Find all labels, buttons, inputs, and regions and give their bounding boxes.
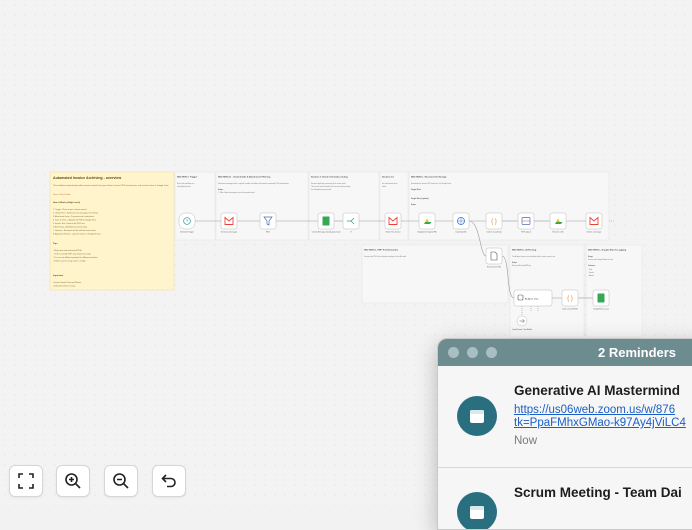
section-line: Retrieves messages from a specific sende… — [218, 182, 290, 185]
overview-sticky-note[interactable]: Automated Invoice Archiving - overview T… — [49, 171, 175, 291]
note-important-line: credentials before running. — [53, 285, 76, 288]
node-label: Code in JavaScript — [486, 231, 502, 234]
reminders-window[interactable]: 2 Reminders Generative AI Mastermind htt… — [437, 338, 692, 530]
section-title: SECTION 1: Trigger — [177, 177, 197, 179]
node-label: PDF upload — [521, 232, 531, 234]
note-tip: - OCR / scanned PDFs may need extra step… — [53, 253, 91, 256]
reminder-meeting-link-cont[interactable]: tk=PpaFMhxGMao-k97Ay4jViLC4 — [514, 417, 686, 430]
ai-agent-node[interactable]: AI Agent Data — [513, 289, 553, 307]
section-line: Gmail — [382, 186, 387, 188]
note-important-heading: Important — [53, 274, 63, 277]
calendar-icon — [457, 396, 497, 436]
reminders-titlebar[interactable]: 2 Reminders — [438, 339, 692, 366]
note-tip: - Folders can be set by client or vendor — [53, 260, 86, 263]
note-tip: - You can use different prompts for diff… — [53, 256, 98, 259]
section-note-storage[interactable]: SECTION 5 - Structured & Storage Downloa… — [408, 171, 610, 241]
note-step: 5. Extract Text - Extracts the PDF text — [53, 222, 85, 225]
section-line: 1. Filter Gmail messages, enter the send… — [218, 191, 255, 194]
zoom-in-icon — [65, 473, 81, 489]
section-title: SECTION 2.1 - Gmail Intake & Attachment … — [218, 176, 271, 179]
node-label: Download file — [456, 232, 467, 234]
section-line: Setup: — [218, 188, 224, 191]
zoom-out-button[interactable] — [104, 465, 138, 497]
note-important-line: Connect Gmail, Drive and Sheets — [53, 281, 81, 284]
node-label: Extract From File — [487, 266, 501, 269]
close-window-button[interactable] — [448, 347, 459, 358]
node-label: AI Agent Data — [525, 297, 539, 300]
minimize-window-button[interactable] — [467, 347, 478, 358]
section-line: Columns: — [588, 265, 596, 267]
section-title: SECTION 4 - PDF Text Extraction — [364, 249, 399, 252]
reminders-title: 2 Reminders — [598, 345, 677, 360]
zoom-window-button[interactable] — [486, 347, 497, 358]
note-tip: - Works best with text-based PDFs — [53, 249, 82, 252]
section-note-check[interactable]: Section 3: Check if already existing Pre… — [308, 171, 380, 241]
node-label: Check: Message already processed — [312, 232, 341, 234]
node-label: Schedule Trigger — [180, 232, 194, 234]
zoom-in-button[interactable] — [56, 465, 90, 497]
note-step: 4. Save to Drive - Uploads the PDF to Go… — [53, 219, 96, 222]
reminder-item[interactable]: Generative AI Mastermind https://us06web… — [438, 366, 692, 466]
section-note-trigger[interactable]: SECTION 1: Trigger Runs this workflow at… — [174, 171, 216, 241]
section-line: has already been processed. — [311, 189, 332, 191]
node-label: Delete a message — [587, 231, 601, 234]
reminder-meeting-link[interactable]: https://us06web.zoom.us/w/876 — [514, 404, 675, 417]
node-label: OpenRouter Chat Model — [512, 328, 532, 331]
note-title: Automated Invoice Archiving - overview — [53, 176, 121, 180]
node-label: Get many messages — [221, 231, 238, 234]
sheets-icon — [597, 293, 605, 303]
zoom-out-icon — [113, 473, 129, 489]
reminder-time: Now — [514, 435, 538, 447]
note-how-heading: How it Works (High Level) — [53, 201, 80, 204]
note-demo-link[interactable]: Demo: Watch Video — [53, 193, 72, 196]
reminder-item[interactable]: Scrum Meeting - Team Dai — [438, 468, 692, 529]
code-braces-icon: { } — [491, 219, 497, 225]
section-title: SECTION 5 - Structured & Storage — [411, 176, 447, 179]
reminder-title: Generative AI Mastermind — [514, 383, 681, 398]
calendar-icon — [457, 492, 497, 529]
section-title: Section 2.2 — [382, 176, 394, 179]
node-label: GoogleDrive Upload File — [417, 232, 437, 234]
node-label: Rename a file — [552, 232, 563, 234]
note-step: 6. AI Parsing - Identifies key invoice d… — [53, 226, 88, 229]
reset-zoom-button[interactable] — [152, 465, 186, 497]
section-title: SECTION 5 - AI Parsing — [512, 249, 537, 252]
undo-icon — [161, 474, 176, 488]
node-label: Gmail: Get_Invoice — [385, 231, 400, 234]
node-label: GoogleSheets_Log — [593, 308, 608, 311]
section-line: Runs this workflow at a — [177, 182, 194, 185]
fullscreen-icon — [18, 473, 34, 489]
note-tips-heading: Tips — [53, 243, 58, 245]
section-line: Google Drive — [411, 189, 421, 191]
note-step: 1. Trigger - Runs at your chosen interva… — [53, 208, 87, 211]
node-label: Filter — [266, 231, 270, 234]
reminder-title: Scrum Meeting - Team Dai — [514, 485, 682, 500]
section-note-attachments[interactable]: Section 2.2 Get attachments from Gmail — [379, 171, 409, 241]
section-title: Section 3: Check if already existing — [311, 176, 348, 179]
note-step: 2. Gmail Fetch - Retrieves new messages … — [53, 212, 98, 215]
section-note-gmail-intake[interactable]: SECTION 2.1 - Gmail Intake & Attachment … — [215, 171, 309, 241]
sheets-icon — [322, 216, 330, 226]
section-title: SECTION 6 - Google Sheets Logging — [588, 249, 627, 252]
node-label: Code_extract/Fields — [562, 308, 578, 311]
section-line: scheduled interval — [177, 185, 191, 188]
note-step: 8. Append to Sheets - Logs the invoice i… — [53, 233, 100, 236]
note-step: 7. Rename - Renames the file with the in… — [53, 229, 97, 232]
fit-view-button[interactable] — [9, 465, 43, 497]
note-step: 3. Attachment Loop - Processes each atta… — [53, 215, 95, 218]
code-braces-icon: { } — [567, 296, 573, 302]
note-intro: This workflow automatically collects inv… — [53, 184, 169, 187]
